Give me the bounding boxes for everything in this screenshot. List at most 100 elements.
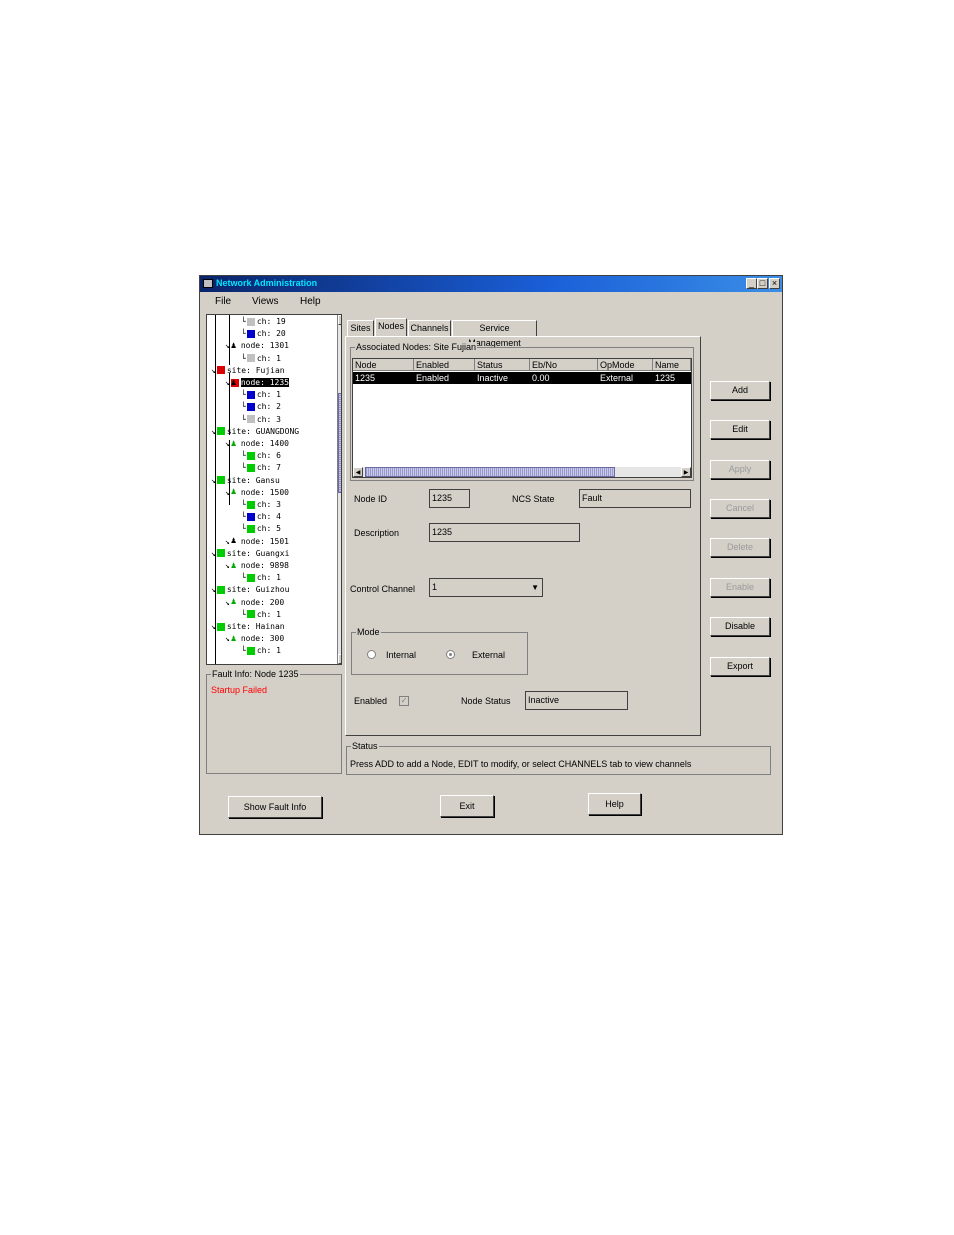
mode-external-radio[interactable] [446, 650, 455, 659]
col-header-status[interactable]: Status [475, 359, 530, 371]
channel-green-icon [246, 646, 255, 655]
ncs-state-label: NCS State [512, 494, 555, 504]
node-black-icon: ♟ [230, 340, 237, 351]
show-fault-info-button[interactable]: Show Fault Info [228, 796, 322, 818]
node-id-field[interactable]: 1235 [429, 489, 470, 508]
node-green-icon: ♟ [230, 597, 237, 608]
menu-views[interactable]: Views [252, 296, 279, 307]
tree-item[interactable]: └ ch: 1 [241, 353, 281, 365]
tree-item[interactable]: ↘ site: Guangxi [211, 548, 289, 560]
channel-blue-icon [246, 329, 255, 338]
tab-sites[interactable]: Sites [347, 320, 374, 336]
tree-item-label: ch: 2 [256, 402, 281, 412]
tree-item[interactable]: ↘♟ node: 200 [225, 597, 284, 609]
table-scroll-thumb[interactable] [365, 467, 615, 477]
app-icon [203, 279, 213, 288]
menu-help[interactable]: Help [300, 296, 321, 307]
tree-item[interactable]: └ ch: 1 [241, 389, 281, 401]
tree-item[interactable]: └ ch: 3 [241, 499, 281, 511]
tree-item[interactable]: └ ch: 4 [241, 511, 281, 523]
tree-item-label: ch: 1 [256, 353, 281, 363]
menu-file[interactable]: File [215, 296, 231, 307]
network-admin-window: Network Administration _ □ × File Views … [199, 275, 783, 835]
tree-item[interactable]: └ ch: 7 [241, 462, 281, 474]
tree-item[interactable]: └ ch: 2 [241, 401, 281, 413]
control-channel-select[interactable]: 1 ▼ [429, 578, 543, 597]
tree-item[interactable]: ↘ site: Gansu [211, 475, 280, 487]
minimize-button[interactable]: _ [746, 278, 757, 289]
col-header-ebno[interactable]: Eb/No [530, 359, 598, 371]
tree-item[interactable]: ↘♟ node: 300 [225, 633, 284, 645]
edit-button[interactable]: Edit [710, 420, 770, 439]
site-green-icon [216, 549, 225, 558]
tree-item-label: ch: 1 [256, 390, 281, 400]
disable-button[interactable]: Disable [710, 617, 770, 636]
chevron-down-icon[interactable]: ▼ [531, 579, 539, 596]
tree-item[interactable]: ↘♟ node: 1235 [225, 377, 289, 389]
cell-opmode: External [600, 373, 634, 383]
tree-scrollbar[interactable]: ▲ ▼ [337, 315, 341, 664]
tree-item[interactable]: └ ch: 20 [241, 328, 286, 340]
cell-node: 1235 [355, 373, 376, 383]
fault-message: Startup Failed [211, 685, 268, 695]
table-hscrollbar[interactable]: ◀ ▶ [353, 467, 691, 477]
exit-button[interactable]: Exit [440, 795, 494, 817]
tree-connector-icon: └ [241, 609, 246, 619]
tree-item[interactable]: └ ch: 6 [241, 450, 281, 462]
channel-gray-icon [246, 317, 255, 326]
tab-nodes[interactable]: Nodes [375, 318, 407, 336]
tree-item[interactable]: ↘♟ node: 1400 [225, 438, 289, 450]
enable-button[interactable]: Enable [710, 578, 770, 597]
tree-item-label: ch: 1 [256, 646, 281, 656]
scroll-down-icon[interactable]: ▼ [338, 654, 341, 664]
control-channel-label: Control Channel [350, 584, 416, 594]
tree-item[interactable]: ↘♟ node: 1501 [225, 536, 289, 548]
description-field[interactable]: 1235 [429, 523, 580, 542]
tree-item-label: ch: 19 [256, 317, 286, 326]
tree-item[interactable]: └ ch: 5 [241, 523, 281, 535]
table-row[interactable]: 1235 Enabled Inactive 0.00 External 1235 [353, 372, 691, 384]
scroll-up-icon[interactable]: ▲ [338, 315, 341, 325]
status-text: Press ADD to add a Node, EDIT to modify,… [350, 759, 692, 769]
col-header-enabled[interactable]: Enabled [414, 359, 475, 371]
scroll-right-icon[interactable]: ▶ [681, 467, 691, 477]
tree-item[interactable]: ↘♟ node: 1500 [225, 487, 289, 499]
network-tree[interactable]: └ ch: 19 └ ch: 20 ↘♟ node: 1301 └ ch: 1 ↘ site: F… [206, 314, 342, 665]
cancel-button[interactable]: Cancel [710, 499, 770, 518]
tree-connector-icon: └ [241, 402, 246, 412]
col-header-opmode[interactable]: OpMode [598, 359, 653, 371]
col-header-name[interactable]: Name [653, 359, 691, 371]
tree-connector-icon: └ [241, 317, 246, 326]
help-button[interactable]: Help [588, 793, 641, 815]
tree-item[interactable]: └ ch: 3 [241, 414, 281, 426]
apply-button[interactable]: Apply [710, 460, 770, 479]
export-button[interactable]: Export [710, 657, 770, 676]
tree-item[interactable]: ↘♟ node: 1301 [225, 340, 289, 352]
tree-item[interactable]: ↘ site: GUANGDONG [211, 426, 299, 438]
node-status-field: Inactive [525, 691, 628, 710]
delete-button[interactable]: Delete [710, 538, 770, 557]
tree-connector-icon: └ [241, 646, 246, 656]
tree-item[interactable]: ↘ site: Hainan [211, 621, 285, 633]
tree-item[interactable]: └ ch: 1 [241, 645, 281, 657]
col-header-node[interactable]: Node [353, 359, 414, 371]
channel-green-icon [246, 451, 255, 460]
maximize-button[interactable]: □ [757, 278, 768, 289]
tree-item[interactable]: ↘ site: Guizhou [211, 584, 289, 596]
close-button[interactable]: × [769, 278, 780, 289]
tree-scroll-thumb[interactable] [338, 393, 341, 493]
tree-item[interactable]: ↘ site: Fujian [211, 365, 285, 377]
menu-bar: File Views Help [200, 292, 782, 310]
scroll-left-icon[interactable]: ◀ [353, 467, 363, 477]
tree-item[interactable]: └ ch: 1 [241, 572, 281, 584]
tree-item[interactable]: ↘♟ node: 9898 [225, 560, 289, 572]
add-button[interactable]: Add [710, 381, 770, 400]
tab-channels[interactable]: Channels [408, 320, 451, 336]
enabled-checkbox[interactable]: ✓ [399, 696, 409, 706]
tree-item[interactable]: └ ch: 1 [241, 609, 281, 621]
title-bar[interactable]: Network Administration _ □ × [200, 276, 782, 292]
tree-item[interactable]: └ ch: 19 [241, 316, 286, 328]
mode-internal-radio[interactable] [367, 650, 376, 659]
tree-item-label: site: GUANGDONG [226, 426, 300, 436]
tab-service-management[interactable]: Service Management [452, 320, 537, 348]
